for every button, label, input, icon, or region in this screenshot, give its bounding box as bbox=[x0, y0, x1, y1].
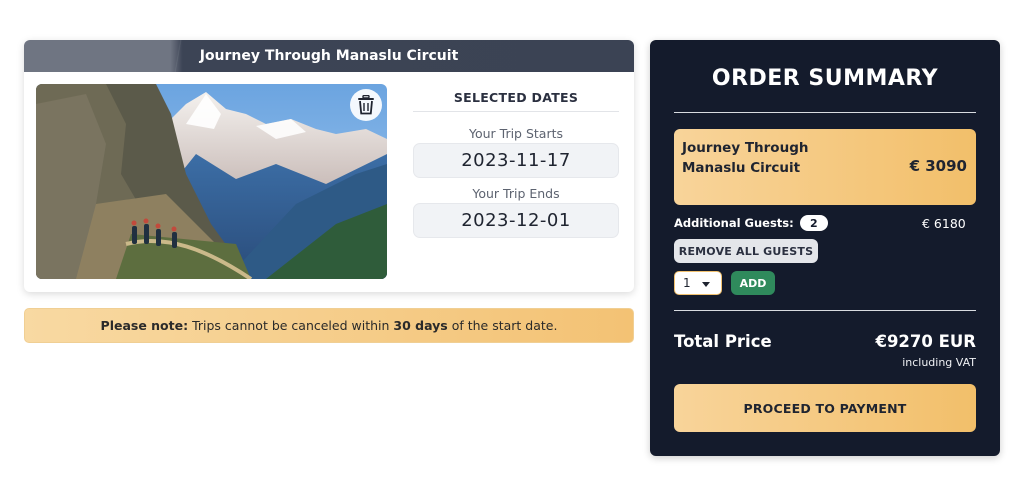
trip-start-date[interactable]: 2023-11-17 bbox=[413, 143, 619, 178]
cancellation-note: Please note: Trips cannot be canceled wi… bbox=[24, 308, 634, 343]
add-guest-button[interactable]: ADD bbox=[731, 271, 775, 295]
note-text-after: of the start date. bbox=[447, 318, 558, 333]
selected-dates: SELECTED DATES Your Trip Starts 2023-11-… bbox=[413, 84, 619, 238]
note-emphasis: 30 days bbox=[393, 318, 448, 333]
order-trip-price: € 3090 bbox=[909, 157, 967, 175]
order-trip-item: Journey Through Manaslu Circuit € 3090 bbox=[674, 129, 976, 205]
additional-guests: Additional Guests: 2 bbox=[674, 215, 828, 231]
trip-end-label: Your Trip Ends bbox=[472, 186, 560, 201]
guest-quantity-value: 1 bbox=[683, 276, 691, 290]
selected-dates-heading: SELECTED DATES bbox=[413, 84, 619, 112]
chevron-down-icon bbox=[702, 282, 710, 287]
total-price-label: Total Price bbox=[674, 332, 772, 351]
order-summary-title: ORDER SUMMARY bbox=[711, 66, 939, 91]
remove-all-guests-button[interactable]: REMOVE ALL GUESTS bbox=[674, 239, 818, 263]
vat-note: including VAT bbox=[902, 356, 976, 369]
trip-image bbox=[36, 84, 387, 279]
mountain-photo bbox=[36, 84, 387, 279]
order-summary-panel: ORDER SUMMARY Journey Through Manaslu Ci… bbox=[650, 40, 1000, 456]
trash-icon bbox=[358, 95, 374, 115]
trip-start-label: Your Trip Starts bbox=[468, 126, 564, 141]
divider bbox=[674, 112, 976, 113]
guest-quantity-select[interactable]: 1 bbox=[674, 271, 722, 295]
guests-price: € 6180 bbox=[922, 216, 966, 231]
guests-count-badge: 2 bbox=[799, 215, 828, 231]
remove-trip-button[interactable] bbox=[350, 89, 382, 121]
divider bbox=[674, 310, 976, 311]
order-trip-name: Journey Through Manaslu Circuit bbox=[682, 140, 809, 176]
additional-guests-label: Additional Guests: bbox=[674, 216, 794, 230]
proceed-to-payment-button[interactable]: PROCEED TO PAYMENT bbox=[674, 384, 976, 432]
trip-title: Journey Through Manaslu Circuit bbox=[24, 40, 634, 72]
note-prefix: Please note: bbox=[100, 318, 189, 333]
trip-end-date[interactable]: 2023-12-01 bbox=[413, 203, 619, 238]
trip-card: Journey Through Manaslu Circuit SELECTED… bbox=[24, 40, 634, 292]
note-text-before: Trips cannot be canceled within bbox=[188, 318, 394, 333]
total-price-value: €9270 EUR bbox=[875, 332, 976, 351]
